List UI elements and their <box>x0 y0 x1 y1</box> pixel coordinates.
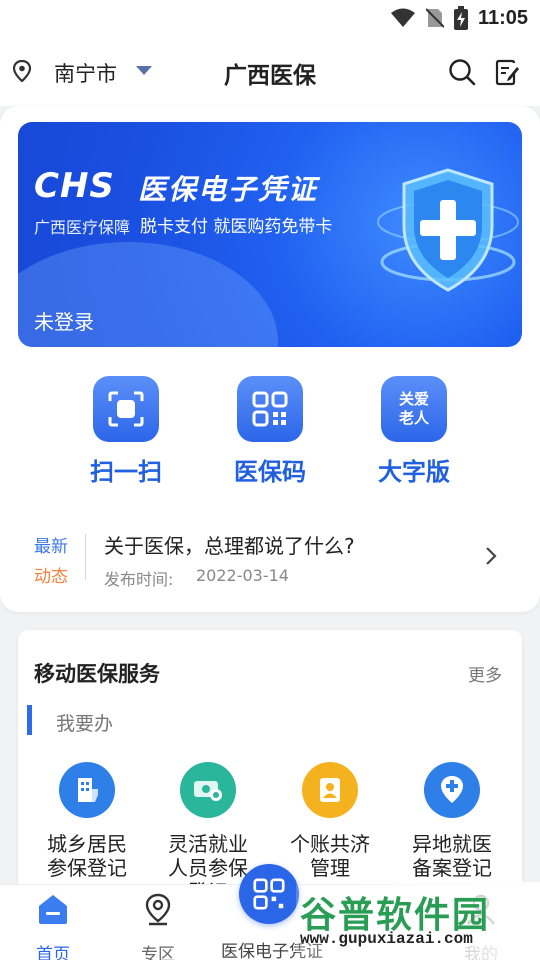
service-offsite-registration[interactable]: 异地就医 备案登记 <box>392 762 512 880</box>
chs-logo: CHS <box>34 166 115 206</box>
medical-qrcode-button[interactable]: 医保码 <box>220 376 320 486</box>
news-date: 2022-03-14 <box>196 566 289 585</box>
status-time: 11:05 <box>477 6 528 29</box>
banner-subtitle-left: 广西医疗保障 <box>34 218 131 237</box>
tab-home[interactable]: 首页 <box>8 892 98 960</box>
services-title: 移动医保服务 <box>34 662 160 686</box>
location-plus-icon <box>424 762 480 818</box>
page-title: 广西医保 <box>224 63 316 89</box>
large-font-button[interactable]: 关爱 老人 大字版 <box>364 376 464 486</box>
qrcode-icon <box>237 376 303 442</box>
top-nav: 南宁市 广西医保 <box>0 36 540 106</box>
search-icon[interactable] <box>448 58 476 86</box>
qrcode-label: 医保码 <box>234 458 306 486</box>
tab-zone[interactable]: 专区 <box>113 892 203 960</box>
location-pin-icon <box>12 60 32 82</box>
home-icon <box>39 895 67 924</box>
more-link[interactable]: 更多 <box>468 661 502 686</box>
no-sim-icon <box>425 8 444 28</box>
status-bar: 11:05 <box>0 0 540 36</box>
service-resident-registration[interactable]: 城乡居民 参保登记 <box>27 762 147 880</box>
service-label: 城乡居民 参保登记 <box>47 832 127 880</box>
money-icon <box>180 762 236 818</box>
section-title: 我要办 <box>56 713 114 735</box>
news-title[interactable]: 关于医保，总理都说了什么? <box>104 530 355 559</box>
login-status[interactable]: 未登录 <box>34 306 94 335</box>
news-tag-updates: 动态 <box>34 567 68 587</box>
city-selector[interactable]: 南宁市 <box>54 58 117 88</box>
battery-charging-icon <box>453 6 468 30</box>
shield-icon <box>377 168 519 292</box>
news-divider <box>85 534 86 580</box>
news-tag-latest: 最新 <box>34 537 68 557</box>
qrcode-icon <box>253 878 285 910</box>
tab-zone-label: 专区 <box>141 945 175 960</box>
note-edit-icon[interactable] <box>494 58 520 86</box>
news-date-label: 发布时间: <box>104 570 174 589</box>
chevron-right-icon[interactable] <box>484 546 498 566</box>
elderly-care-icon-text: 关爱 老人 <box>398 390 429 427</box>
tab-home-label: 首页 <box>36 945 70 960</box>
banner-subtitle-right: 脱卡支付 就医购药免带卡 <box>140 217 333 237</box>
wifi-icon <box>390 8 415 27</box>
location-icon <box>145 893 171 926</box>
section-accent-bar <box>27 705 32 735</box>
e-certificate-tab-button[interactable] <box>239 864 299 924</box>
scan-icon <box>93 376 159 442</box>
e-certificate-banner[interactable]: CHS 医保电子凭证 广西医疗保障 脱卡支付 就医购药免带卡 未登录 <box>18 122 522 347</box>
chevron-down-icon[interactable] <box>136 66 152 75</box>
building-icon <box>59 762 115 818</box>
scan-label: 扫一扫 <box>90 458 162 486</box>
banner-title: 医保电子凭证 <box>138 173 319 206</box>
scan-button[interactable]: 扫一扫 <box>76 376 176 486</box>
service-account-sharing[interactable]: 个账共济 管理 <box>270 762 390 880</box>
service-label: 异地就医 备案登记 <box>412 832 492 880</box>
elderly-care-icon: 关爱 老人 <box>381 376 447 442</box>
account-icon <box>302 762 358 818</box>
watermark-url: www.gupuxiazai.com <box>300 930 473 948</box>
large-font-label: 大字版 <box>378 458 450 486</box>
status-icons: 11:05 <box>390 6 528 30</box>
